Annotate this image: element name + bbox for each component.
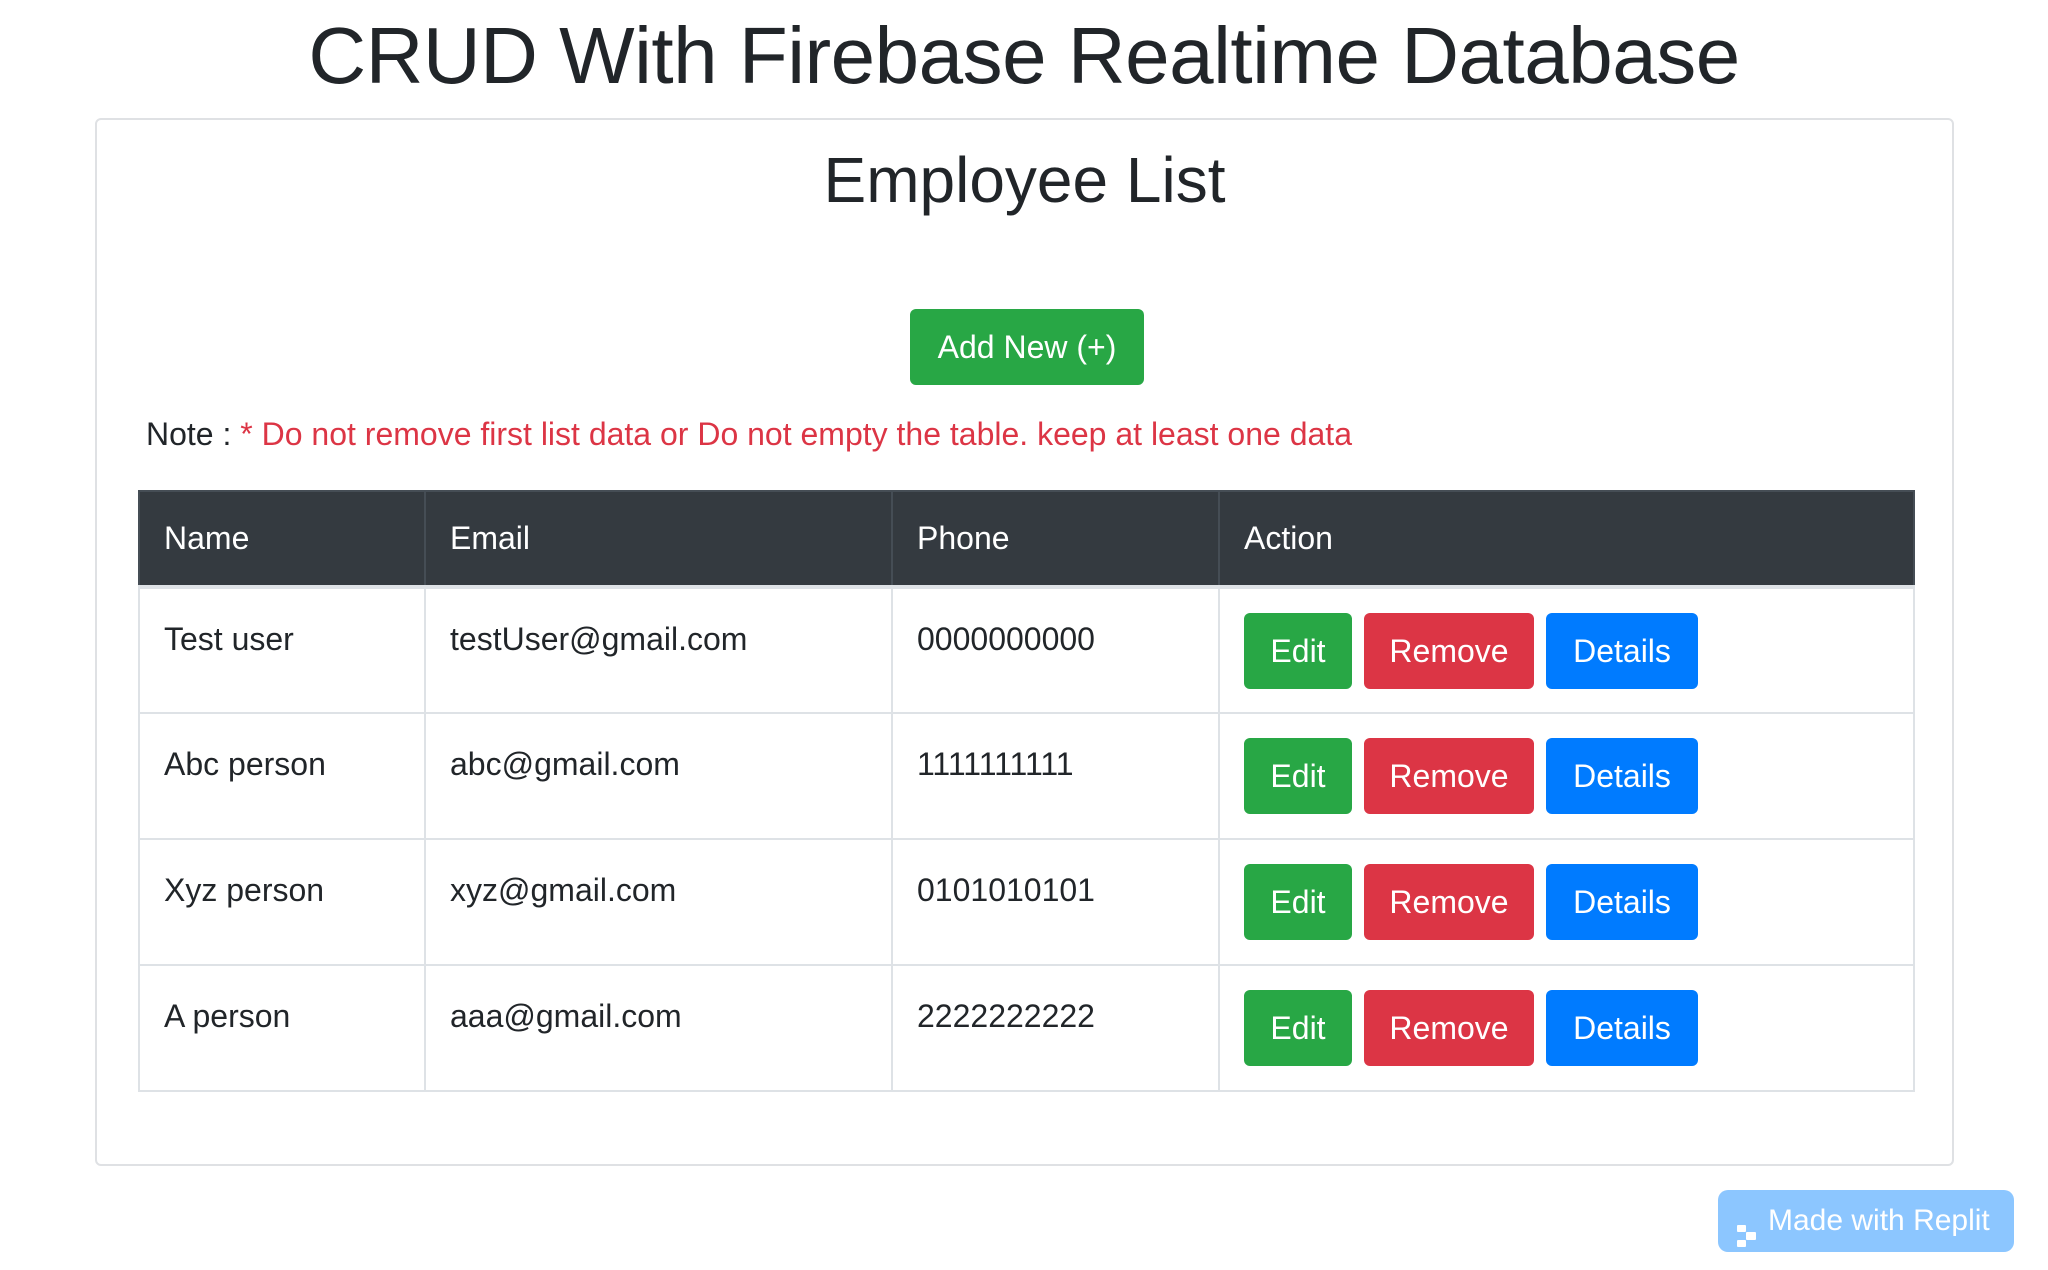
remove-button[interactable]: Remove xyxy=(1364,990,1534,1066)
table-row: Xyz person xyz@gmail.com 0101010101 Edit… xyxy=(138,838,1915,966)
cell-phone: 0101010101 xyxy=(891,838,1220,966)
cell-email: xyz@gmail.com xyxy=(424,838,893,966)
cell-actions: Edit Remove Details xyxy=(1218,838,1915,966)
column-header-email: Email xyxy=(424,490,893,589)
replit-icon xyxy=(1736,1208,1758,1248)
column-header-phone: Phone xyxy=(891,490,1220,589)
note: Note : * Do not remove first list data o… xyxy=(146,414,1352,454)
cell-email: aaa@gmail.com xyxy=(424,964,893,1092)
cell-name: Xyz person xyxy=(138,838,426,966)
edit-button[interactable]: Edit xyxy=(1244,738,1352,814)
cell-email: abc@gmail.com xyxy=(424,712,893,840)
cell-actions: Edit Remove Details xyxy=(1218,586,1915,714)
made-with-replit-badge[interactable]: Made with Replit xyxy=(1718,1190,2014,1252)
remove-button[interactable]: Remove xyxy=(1364,864,1534,940)
remove-button[interactable]: Remove xyxy=(1364,738,1534,814)
details-button[interactable]: Details xyxy=(1546,738,1698,814)
card-title: Employee List xyxy=(823,144,1226,216)
table-row: Abc person abc@gmail.com 1111111111 Edit… xyxy=(138,712,1915,840)
table-header: Name Email Phone Action xyxy=(138,490,1915,589)
cell-actions: Edit Remove Details xyxy=(1218,712,1915,840)
employee-table: Name Email Phone Action Test user testUs… xyxy=(138,490,1915,1092)
cell-name: Test user xyxy=(138,586,426,714)
note-label: Note : xyxy=(146,416,232,452)
cell-phone: 1111111111 xyxy=(891,712,1220,840)
cell-phone: 2222222222 xyxy=(891,964,1220,1092)
page-title: CRUD With Firebase Realtime Database xyxy=(308,11,1740,100)
edit-button[interactable]: Edit xyxy=(1244,613,1352,689)
column-header-action: Action xyxy=(1218,490,1915,589)
cell-actions: Edit Remove Details xyxy=(1218,964,1915,1092)
details-button[interactable]: Details xyxy=(1546,990,1698,1066)
details-button[interactable]: Details xyxy=(1546,864,1698,940)
column-header-name: Name xyxy=(138,490,426,589)
table-row: Test user testUser@gmail.com 0000000000 … xyxy=(138,586,1915,714)
add-new-button[interactable]: Add New (+) xyxy=(910,309,1144,385)
remove-button[interactable]: Remove xyxy=(1364,613,1534,689)
cell-name: Abc person xyxy=(138,712,426,840)
note-text: * Do not remove first list data or Do no… xyxy=(240,416,1352,452)
cell-phone: 0000000000 xyxy=(891,586,1220,714)
cell-email: testUser@gmail.com xyxy=(424,586,893,714)
cell-name: A person xyxy=(138,964,426,1092)
edit-button[interactable]: Edit xyxy=(1244,864,1352,940)
details-button[interactable]: Details xyxy=(1546,613,1698,689)
table-row: A person aaa@gmail.com 2222222222 Edit Re… xyxy=(138,964,1915,1092)
badge-label: Made with Replit xyxy=(1768,1204,1990,1237)
edit-button[interactable]: Edit xyxy=(1244,990,1352,1066)
employee-list-card: Employee List Add New (+) Note : * Do no… xyxy=(95,118,1954,1166)
